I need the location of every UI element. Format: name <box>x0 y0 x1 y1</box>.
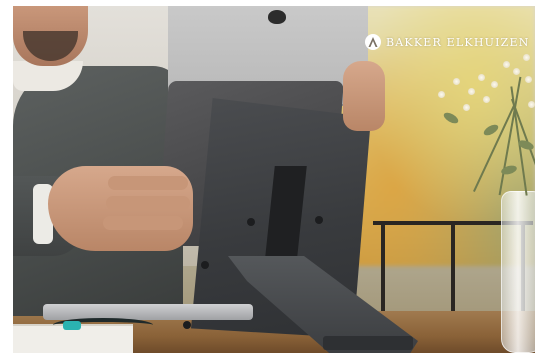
product-photo: BAKKER ELKHUIZEN <box>13 6 535 353</box>
brand-mark-icon <box>365 34 381 50</box>
cable-connector <box>63 321 81 330</box>
beard <box>23 31 78 61</box>
flower-bloom <box>528 101 535 108</box>
flower-bloom <box>525 76 532 83</box>
flower-bloom <box>513 68 520 75</box>
flower-bloom <box>463 104 470 111</box>
stand-hole <box>201 261 209 269</box>
laptop-logo-icon <box>268 10 286 24</box>
flower-bloom <box>468 88 475 95</box>
glass-vase <box>501 191 535 353</box>
flower-bloom <box>453 78 460 85</box>
flower-bloom <box>483 96 490 103</box>
flower-bloom <box>478 74 485 81</box>
flower-bloom <box>438 91 445 98</box>
flower-bloom <box>503 61 510 68</box>
brand-logo: BAKKER ELKHUIZEN <box>365 33 530 51</box>
keyboard <box>43 304 253 320</box>
stand-hole <box>247 218 255 226</box>
flower-bloom <box>491 81 498 88</box>
stand-hole <box>183 321 191 329</box>
brand-name: BAKKER ELKHUIZEN <box>386 35 530 49</box>
laptop-stand-foot <box>323 336 413 350</box>
stand-hole <box>315 216 323 224</box>
person-hand-left <box>48 166 193 251</box>
flower-bloom <box>523 54 530 61</box>
person-hand-right <box>343 61 385 131</box>
